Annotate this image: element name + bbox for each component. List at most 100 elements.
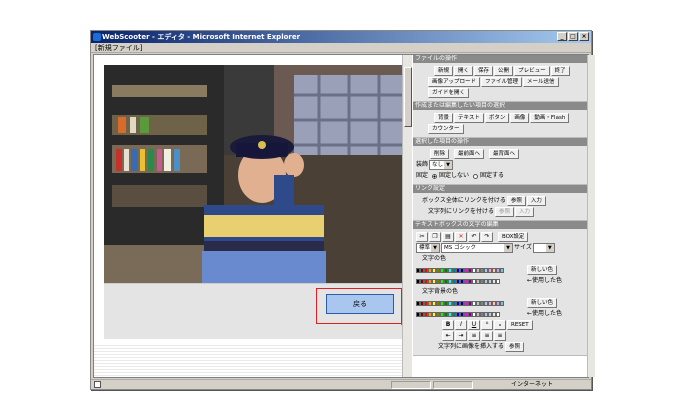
textedit-header: テキストボックスの文字の編集: [413, 221, 587, 229]
text-color-label: 文字の色: [422, 255, 447, 262]
canvas-scroll-thumb[interactable]: [404, 67, 412, 127]
selected-section: 削除 最前面へ 最背面へ 装飾 なし 固定 固定しない 固定する: [413, 146, 587, 185]
file-manager-button[interactable]: ファイル管理: [481, 77, 523, 87]
text-color-palette-2[interactable]: [416, 278, 526, 284]
delete-button[interactable]: 削除: [430, 149, 450, 159]
child-photo-image[interactable]: [104, 65, 402, 283]
align-right-icon[interactable]: ≡: [494, 331, 506, 341]
bg-used-color-label: ←使用した色: [527, 310, 563, 317]
save-button[interactable]: 保存: [474, 66, 494, 76]
image-button[interactable]: 画像: [510, 113, 530, 123]
decor-select[interactable]: なし: [429, 160, 454, 170]
align-left-icon[interactable]: ≡: [468, 331, 480, 341]
items-section: 背景 テキスト ボタン 画像 動画・Flash カウンター: [413, 110, 587, 138]
size-label: サイズ: [514, 244, 532, 251]
close-button[interactable]: ×: [579, 32, 589, 41]
bold-button[interactable]: B: [442, 320, 454, 330]
text-used-color-label: ←使用した色: [527, 277, 563, 284]
tool-panel: ファイルの操作 新規 開く 保存 公開 プレビュー 終了 画像アップロード ファ…: [413, 55, 587, 377]
align-center-icon[interactable]: ≡: [481, 331, 493, 341]
open-button[interactable]: 開く: [454, 66, 474, 76]
fixed-label: 固定する: [480, 172, 505, 179]
bring-front-button[interactable]: 最前面へ: [454, 149, 485, 159]
underline-button[interactable]: U: [468, 320, 480, 330]
box-link-label: ボックス全体にリンクを付ける: [422, 197, 506, 204]
selected-header: 選択した項目の操作: [413, 138, 587, 146]
status-segment-2: [433, 381, 473, 389]
ie-logo-icon: [93, 33, 101, 41]
send-back-button[interactable]: 最背面へ: [489, 149, 520, 159]
copy-icon[interactable]: ❐: [429, 232, 441, 242]
page-status-icon: [94, 381, 101, 388]
file-name-label: [新規ファイル]: [95, 44, 143, 52]
bg-color-palette-2[interactable]: [416, 311, 526, 317]
subscript-icon[interactable]: ₐ: [494, 320, 506, 330]
delete-icon[interactable]: ✕: [455, 232, 467, 242]
button-item-button[interactable]: ボタン: [484, 113, 510, 123]
cut-icon[interactable]: ✂: [416, 232, 428, 242]
items-header: 作成または編集したい項目の選択: [413, 102, 587, 110]
title-bar: WebScooter - エディタ - Microsoft Internet E…: [91, 31, 591, 43]
internet-zone-label: インターネット: [511, 381, 554, 388]
color-swatch[interactable]: [500, 267, 504, 273]
link-section: ボックス全体にリンクを付ける 参照 入力 文字列にリンクを付ける 参照 入力: [413, 193, 587, 221]
superscript-icon[interactable]: ᴬ: [481, 320, 493, 330]
insert-image-ref-button[interactable]: 参照: [505, 342, 525, 352]
canvas-background: [94, 343, 412, 377]
status-bar: インターネット: [91, 379, 591, 389]
status-segment: [391, 381, 431, 389]
file-ops-header: ファイルの操作: [413, 55, 587, 63]
indent-icon[interactable]: ⇥: [455, 331, 467, 341]
counter-button[interactable]: カウンター: [428, 124, 464, 134]
redo-icon[interactable]: ↷: [481, 232, 493, 242]
text-button[interactable]: テキスト: [454, 113, 484, 123]
bg-new-color-button[interactable]: 新しい色: [527, 298, 558, 308]
color-swatch[interactable]: [496, 311, 500, 317]
text-new-color-button[interactable]: 新しい色: [527, 265, 558, 275]
italic-button[interactable]: I: [455, 320, 467, 330]
bg-color-label: 文字背景の色: [422, 288, 459, 295]
reset-button[interactable]: RESET: [507, 320, 533, 330]
not-fixed-label: 固定しない: [439, 172, 470, 179]
end-button[interactable]: 終了: [550, 66, 570, 76]
editor-canvas: 戻る: [94, 55, 412, 377]
color-swatch[interactable]: [500, 300, 504, 306]
size-select[interactable]: [532, 243, 555, 253]
text-link-input-button[interactable]: 入力: [515, 207, 535, 217]
font-select[interactable]: MS ゴシック: [441, 243, 514, 253]
send-mail-button[interactable]: メール送信: [523, 77, 559, 87]
text-link-ref-button[interactable]: 参照: [495, 207, 515, 217]
decor-label: 装飾: [416, 161, 429, 168]
file-label-bar: [新規ファイル]: [91, 43, 591, 53]
background-button[interactable]: 背景: [434, 113, 454, 123]
box-setting-button[interactable]: BOX設定: [498, 232, 529, 242]
fix-label: 固定: [416, 172, 429, 179]
style-select[interactable]: 標準: [416, 243, 441, 253]
box-link-ref-button[interactable]: 参照: [506, 196, 526, 206]
open-guide-button[interactable]: ガイドを開く: [428, 88, 470, 98]
preview-button[interactable]: プレビュー: [514, 66, 550, 76]
text-link-label: 文字列にリンクを付ける: [428, 208, 495, 215]
fixed-radio[interactable]: [473, 173, 479, 179]
publish-button[interactable]: 公開: [494, 66, 514, 76]
bg-color-palette[interactable]: [416, 300, 526, 306]
box-link-input-button[interactable]: 入力: [526, 196, 546, 206]
panel-scrollbar[interactable]: [587, 55, 595, 377]
outdent-icon[interactable]: ⇤: [442, 331, 454, 341]
not-fixed-radio[interactable]: [432, 173, 438, 179]
insert-image-label: 文字列に画像を挿入する: [438, 343, 505, 350]
window-title: WebScooter - エディタ - Microsoft Internet E…: [102, 33, 301, 41]
maximize-button[interactable]: □: [568, 32, 578, 41]
minimize-button[interactable]: _: [557, 32, 567, 41]
textedit-section: ✂ ❐ ▤ ✕ ↶ ↷ BOX設定 標準 MS ゴシック サイズ 文字の色: [413, 229, 587, 356]
page-content: 戻る ファイルの操作 新規 開く 保存 公開 プレビュー 終了 画像アップロード: [93, 54, 595, 378]
image-upload-button[interactable]: 画像アップロード: [428, 77, 481, 87]
link-header: リンク設定: [413, 185, 587, 193]
undo-icon[interactable]: ↶: [468, 232, 480, 242]
canvas-scrollbar[interactable]: [402, 55, 412, 377]
video-flash-button[interactable]: 動画・Flash: [530, 113, 570, 123]
paste-icon[interactable]: ▤: [442, 232, 454, 242]
new-button[interactable]: 新規: [434, 66, 454, 76]
text-color-palette[interactable]: [416, 267, 526, 273]
color-swatch[interactable]: [496, 278, 500, 284]
